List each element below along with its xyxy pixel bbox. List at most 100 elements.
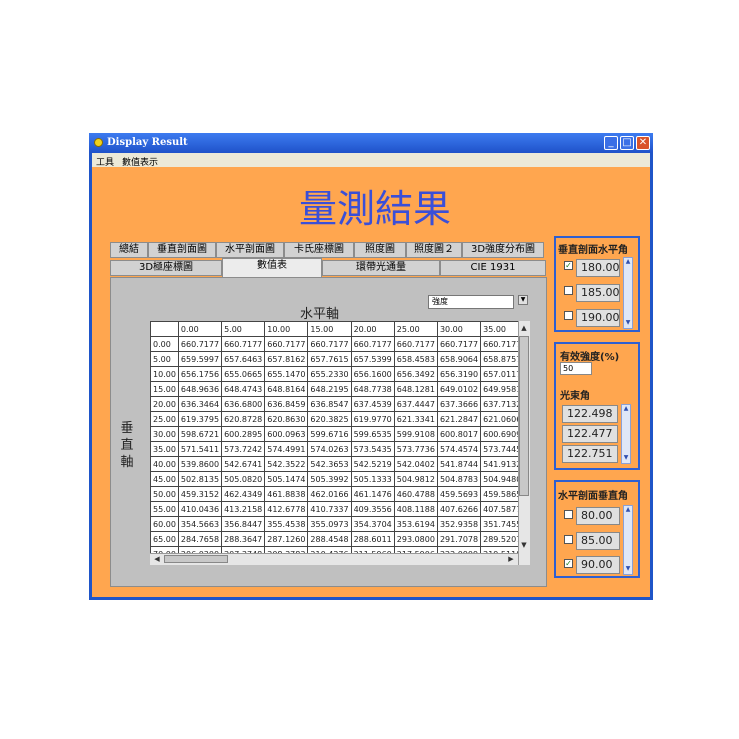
vertical-angle-value-3[interactable]: 190.00 [576, 309, 620, 327]
table-cell[interactable]: 573.7736 [393, 441, 438, 457]
table-cell[interactable]: 655.2330 [307, 366, 352, 382]
vertical-angle-value-1[interactable]: 180.00 [576, 259, 620, 277]
table-cell[interactable]: 505.0820 [221, 471, 266, 487]
table-cell[interactable]: 657.8162 [264, 351, 309, 367]
horizontal-scroll-thumb[interactable] [164, 555, 228, 563]
vertical-angle-down-icon[interactable]: ▼ [623, 319, 633, 326]
tab-horizontal-section[interactable]: 水平剖面圖 [216, 242, 284, 258]
beam-angle-down-icon[interactable]: ▼ [621, 454, 631, 461]
table-cell[interactable]: 293.0800 [393, 531, 438, 547]
table-cell[interactable]: 574.0263 [307, 441, 352, 457]
table-cell[interactable]: 407.6266 [436, 501, 482, 517]
tab-cartesian[interactable]: 卡氏座標圖 [284, 242, 354, 258]
table-cell[interactable]: 412.6778 [264, 501, 309, 517]
table-cell[interactable]: 542.6741 [221, 456, 266, 472]
table-row-header[interactable]: 0.00 [150, 336, 179, 352]
table-cell[interactable]: 573.5435 [350, 441, 395, 457]
table-cell[interactable]: 541.8744 [436, 456, 482, 472]
table-cell[interactable]: 657.6463 [221, 351, 266, 367]
table-cell[interactable]: 636.6800 [221, 396, 266, 412]
table-cell[interactable]: 502.8135 [177, 471, 223, 487]
table-cell[interactable]: 542.5219 [350, 456, 395, 472]
table-row-header[interactable]: 25.00 [150, 411, 179, 427]
horizontal-angle-checkbox-1[interactable] [564, 510, 573, 519]
table-cell[interactable]: 459.3152 [177, 486, 223, 502]
table-cell[interactable]: 655.1470 [264, 366, 309, 382]
table-cell[interactable]: 599.6535 [350, 426, 395, 442]
table-cell[interactable]: 621.3341 [393, 411, 438, 427]
table-cell[interactable]: 599.6716 [307, 426, 352, 442]
table-cell[interactable]: 657.7615 [307, 351, 352, 367]
vertical-angle-value-2[interactable]: 185.00 [576, 284, 620, 302]
vertical-angle-checkbox-2[interactable] [564, 286, 573, 295]
table-cell[interactable]: 410.0436 [177, 501, 223, 517]
table-cell[interactable]: 648.4743 [221, 381, 266, 397]
table-cell[interactable]: 636.8459 [264, 396, 309, 412]
vertical-scroll-thumb[interactable] [519, 336, 529, 496]
table-cell[interactable]: 648.8164 [264, 381, 309, 397]
table-cell[interactable]: 600.8017 [436, 426, 482, 442]
table-cell[interactable]: 352.9358 [436, 516, 482, 532]
table-cell[interactable]: 504.8783 [436, 471, 482, 487]
tab-vertical-section[interactable]: 垂直剖面圖 [148, 242, 216, 258]
scroll-up-icon[interactable]: ▲ [519, 323, 529, 333]
table-cell[interactable]: 619.3795 [177, 411, 223, 427]
select-dropdown-button[interactable]: ▼ [518, 295, 528, 305]
tab-numeric-table[interactable]: 數值表 [222, 258, 322, 278]
table-cell[interactable]: 460.4788 [393, 486, 438, 502]
table-cell[interactable]: 461.1476 [350, 486, 395, 502]
table-row-header[interactable]: 45.00 [150, 471, 179, 487]
table-cell[interactable]: 660.7177 [393, 336, 438, 352]
table-cell[interactable]: 355.4538 [264, 516, 309, 532]
table-cell[interactable]: 542.3522 [264, 456, 309, 472]
table-cell[interactable]: 649.0102 [436, 381, 482, 397]
table-cell[interactable]: 656.1600 [350, 366, 395, 382]
horizontal-angle-value-1[interactable]: 80.00 [576, 507, 620, 525]
table-cell[interactable]: 284.7658 [177, 531, 223, 547]
table-row-header[interactable]: 55.00 [150, 501, 179, 517]
table-cell[interactable]: 542.3653 [307, 456, 352, 472]
table-cell[interactable]: 505.1474 [264, 471, 309, 487]
table-cell[interactable]: 648.1281 [393, 381, 438, 397]
tab-3d-polar[interactable]: 3D極座標圖 [110, 260, 222, 276]
table-cell[interactable]: 408.1188 [393, 501, 438, 517]
table-cell[interactable]: 462.4349 [221, 486, 266, 502]
table-cell[interactable]: 656.3492 [393, 366, 438, 382]
table-cell[interactable]: 660.7177 [307, 336, 352, 352]
table-cell[interactable]: 659.5997 [177, 351, 223, 367]
table-cell[interactable]: 288.6011 [350, 531, 395, 547]
table-cell[interactable]: 620.3825 [307, 411, 352, 427]
table-cell[interactable]: 660.7177 [436, 336, 482, 352]
table-cell[interactable]: 658.9064 [436, 351, 482, 367]
data-table[interactable]: 0.005.0010.0015.0020.0025.0030.0035.0040… [150, 321, 530, 565]
horizontal-angle-checkbox-3[interactable]: ✓ [564, 559, 573, 568]
table-cell[interactable]: 539.8600 [177, 456, 223, 472]
table-cell[interactable]: 462.0166 [307, 486, 352, 502]
table-cell[interactable]: 637.3666 [436, 396, 482, 412]
table-cell[interactable]: 573.7242 [221, 441, 266, 457]
table-cell[interactable]: 636.3464 [177, 396, 223, 412]
vertical-angle-up-icon[interactable]: ▲ [623, 258, 633, 265]
table-cell[interactable]: 658.4583 [393, 351, 438, 367]
table-cell[interactable]: 637.4539 [350, 396, 395, 412]
tab-zonal-flux[interactable]: 環帶光通量 [322, 260, 440, 276]
table-cell[interactable]: 461.8838 [264, 486, 309, 502]
tab-illuminance-2[interactable]: 照度圖２ [406, 242, 462, 258]
table-cell[interactable]: 599.9108 [393, 426, 438, 442]
table-cell[interactable]: 291.7078 [436, 531, 482, 547]
table-row-header[interactable]: 65.00 [150, 531, 179, 547]
table-cell[interactable]: 621.2847 [436, 411, 482, 427]
table-cell[interactable]: 660.7177 [350, 336, 395, 352]
table-cell[interactable]: 620.8728 [221, 411, 266, 427]
tab-summary[interactable]: 總結 [110, 242, 148, 258]
table-cell[interactable]: 620.8630 [264, 411, 309, 427]
table-cell[interactable]: 355.0973 [307, 516, 352, 532]
table-cell[interactable]: 413.2158 [221, 501, 266, 517]
table-cell[interactable]: 288.4548 [307, 531, 352, 547]
horizontal-angle-value-3[interactable]: 90.00 [576, 556, 620, 574]
table-cell[interactable]: 656.1756 [177, 366, 223, 382]
table-row-header[interactable]: 50.00 [150, 486, 179, 502]
table-cell[interactable]: 354.5663 [177, 516, 223, 532]
table-cell[interactable]: 637.4447 [393, 396, 438, 412]
table-row-header[interactable]: 35.00 [150, 441, 179, 457]
